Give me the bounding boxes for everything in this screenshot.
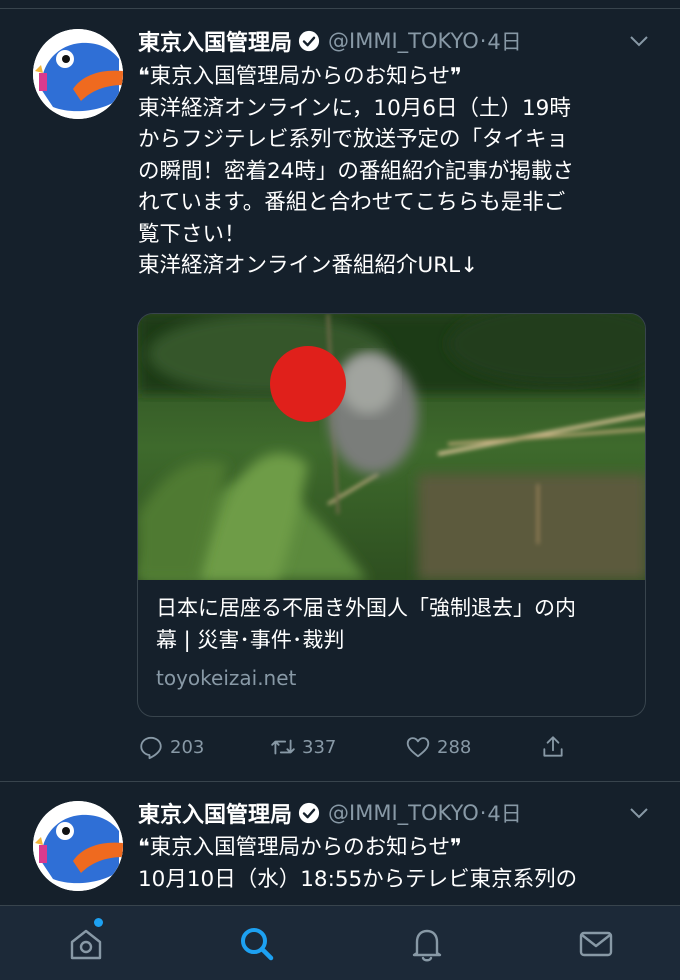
display-name[interactable]: 東京入国管理局 xyxy=(138,25,292,57)
share-button[interactable] xyxy=(540,734,572,760)
card-title-line: 日本に居座る不届き外国人「強制退去」の内 xyxy=(156,596,576,620)
notifications-icon xyxy=(412,929,442,962)
reply-button[interactable]: 203 xyxy=(138,734,204,760)
search-icon xyxy=(241,928,274,961)
heart-icon xyxy=(406,737,430,758)
retweet-button[interactable]: 337 xyxy=(270,734,336,760)
tweet-text-line: ❝東京入国管理局からのお知らせ❞ xyxy=(138,64,462,89)
tweet-text: ❝東京入国管理局からのお知らせ❞ 東洋経済オンラインに，10月6日（土）19時 … xyxy=(138,61,658,282)
card-domain: toyokeizai.net xyxy=(156,666,297,690)
reply-count: 203 xyxy=(170,736,205,758)
link-card[interactable]: 日本に居座る不届き外国人「強制退去」の内 幕 | 災害･事件･裁判 toyoke… xyxy=(137,313,646,717)
like-button[interactable]: 288 xyxy=(405,734,471,760)
card-title-line: 幕 | 災害･事件･裁判 xyxy=(156,628,345,652)
tab-search[interactable] xyxy=(237,924,277,964)
notification-dot xyxy=(94,918,103,927)
tweet-text: ❝東京入国管理局からのお知らせ❞ 10月10日（水）18:55からテレビ東京系列… xyxy=(138,832,658,895)
tweet-text-line: 東洋経済オンラインに，10月6日（土）19時 xyxy=(138,95,571,121)
tweet-actions: 203 337 288 xyxy=(0,734,680,770)
home-icon xyxy=(70,929,102,960)
reply-icon xyxy=(140,736,162,760)
avatar[interactable] xyxy=(33,29,123,119)
tweet-header: 東京入国管理局 @IMMI_TOKYO · 4日 xyxy=(138,793,522,833)
verified-badge-icon xyxy=(298,30,320,52)
tweet-timestamp[interactable]: 4日 xyxy=(487,798,521,828)
tweet-header: 東京入国管理局 @IMMI_TOKYO · 4日 xyxy=(138,21,522,61)
user-handle[interactable]: @IMMI_TOKYO xyxy=(328,801,479,825)
tweet-text-line: 東洋経済オンライン番組紹介URL↓ xyxy=(138,253,479,278)
retweet-icon xyxy=(271,739,295,755)
bottom-tab-bar xyxy=(0,905,680,980)
verified-badge-icon xyxy=(298,802,320,824)
bird-mascot-logo xyxy=(33,29,123,119)
tab-notifications[interactable] xyxy=(407,924,447,964)
display-name[interactable]: 東京入国管理局 xyxy=(138,797,292,829)
tweet[interactable]: 東京入国管理局 @IMMI_TOKYO · 4日 ❝東京入国管理局からのお知らせ… xyxy=(0,0,680,781)
like-count: 288 xyxy=(437,736,472,758)
tweet-text-line: からフジテレビ系列で放送予定の「タイキョ xyxy=(138,127,569,152)
tweet-text-line: の瞬間！密着24時」の番組紹介記事が掲載さ xyxy=(138,158,574,184)
chevron-down-icon[interactable] xyxy=(627,801,651,825)
avatar[interactable] xyxy=(33,801,123,891)
tweet-text-line: 10月10日（水）18:55からテレビ東京系列の xyxy=(138,866,578,892)
retweet-count: 337 xyxy=(302,736,337,758)
card-title: 日本に居座る不届き外国人「強制退去」の内 幕 | 災害･事件･裁判 xyxy=(156,592,636,656)
separator-dot: · xyxy=(479,801,487,825)
card-thumbnail-image xyxy=(138,314,645,580)
tweet[interactable]: 東京入国管理局 @IMMI_TOKYO · 4日 ❝東京入国管理局からのお知らせ… xyxy=(0,782,680,906)
tweet-text-line: れています。番組と合わせてこちらも是非ご xyxy=(138,190,566,215)
user-handle[interactable]: @IMMI_TOKYO xyxy=(328,29,479,53)
tab-messages[interactable] xyxy=(576,924,616,964)
messages-icon xyxy=(579,931,613,957)
tweet-text-line: 覧下さい！ xyxy=(138,221,246,247)
tweet-timestamp[interactable]: 4日 xyxy=(487,26,521,56)
chevron-down-icon[interactable] xyxy=(627,29,651,53)
tweet-text-line: ❝東京入国管理局からのお知らせ❞ xyxy=(138,835,462,860)
share-icon xyxy=(543,736,563,757)
separator-dot: · xyxy=(479,29,487,53)
tab-home[interactable] xyxy=(66,924,106,964)
bird-mascot-logo xyxy=(33,801,123,891)
